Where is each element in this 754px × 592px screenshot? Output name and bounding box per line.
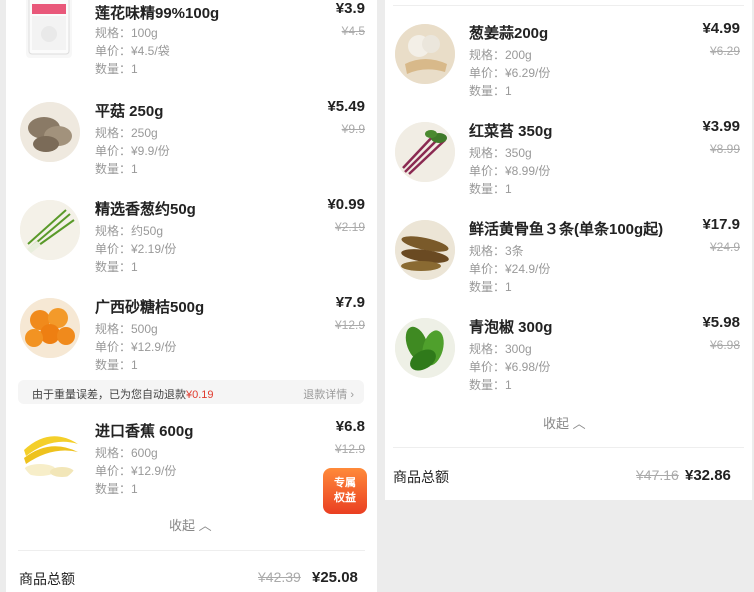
item-original-price: ¥2.19: [334, 220, 365, 234]
item-quantity: 数量：1: [469, 280, 512, 294]
banana-image: [20, 422, 80, 482]
item-unit-price: 单价：¥12.9/份: [95, 340, 177, 354]
item-quantity: 数量：1: [95, 358, 138, 372]
item-unit-price: 单价：¥4.5/袋: [95, 44, 170, 58]
total-label: 商品总额: [19, 571, 75, 587]
order-panel-right: 葱姜蒜200g 规格：200g 单价：¥6.29/份 数量：1 ¥4.99 ¥6…: [385, 0, 752, 500]
divider: [18, 550, 365, 551]
mandarin-image: [20, 298, 80, 358]
item-original-price: ¥6.98: [709, 338, 740, 352]
item-price: ¥3.99: [702, 118, 740, 135]
item-price: ¥5.49: [327, 98, 365, 115]
item-price: ¥5.98: [702, 314, 740, 331]
order-item[interactable]: 青泡椒 300g 规格：300g 单价：¥6.98/份 数量：1 ¥5.98 ¥…: [385, 312, 752, 408]
exclusive-benefits-badge[interactable]: 专属 权益: [323, 468, 367, 514]
item-title: 葱姜蒜200g: [469, 25, 549, 42]
item-quantity: 数量：1: [95, 62, 138, 76]
red-greens-image: [395, 122, 455, 182]
item-unit-price: 单价：¥2.19/份: [95, 242, 177, 256]
scallion-image: [20, 200, 80, 260]
badge-line: 专属: [334, 477, 356, 489]
item-price: ¥3.9: [335, 0, 365, 17]
divider: [393, 5, 744, 6]
item-spec: 规格：3条: [469, 244, 524, 258]
catfish-image: [395, 220, 455, 280]
item-title: 青泡椒 300g: [469, 319, 553, 336]
item-original-price: ¥8.99: [709, 142, 740, 156]
item-unit-price: 单价：¥12.9/份: [95, 464, 177, 478]
item-original-price: ¥6.29: [709, 44, 740, 58]
order-item[interactable]: 进口香蕉 600g 规格：600g 单价：¥12.9/份 数量：1 ¥6.8 ¥…: [6, 416, 377, 512]
total-price: ¥32.86: [685, 467, 731, 484]
green-pepper-image: [395, 318, 455, 378]
item-title: 广西砂糖桔500g: [95, 299, 205, 316]
item-quantity: 数量：1: [469, 84, 512, 98]
item-original-price: ¥9.9: [341, 122, 365, 136]
item-spec: 规格：300g: [469, 342, 532, 356]
item-title: 平菇 250g: [95, 103, 164, 120]
msg-bag-image: [26, 0, 72, 58]
item-original-price: ¥12.9: [334, 442, 365, 456]
garlic-ginger-image: [395, 24, 455, 84]
total-label: 商品总额: [393, 469, 449, 485]
total-original-price: ¥42.39: [258, 569, 301, 585]
oyster-mushroom-image: [20, 102, 80, 162]
item-spec: 规格：约50g: [95, 224, 164, 238]
item-unit-price: 单价：¥9.9/份: [95, 144, 170, 158]
item-spec: 规格：500g: [95, 322, 158, 336]
order-item[interactable]: 莲花味精99%100g 规格：100g 单价：¥4.5/袋 数量：1 ¥3.9 …: [6, 0, 377, 96]
item-spec: 规格：350g: [469, 146, 532, 160]
item-title: 红菜苔 350g: [469, 123, 553, 140]
item-spec: 规格：200g: [469, 48, 532, 62]
item-unit-price: 单价：¥6.98/份: [469, 360, 551, 374]
order-item[interactable]: 红菜苔 350g 规格：350g 单价：¥8.99/份 数量：1 ¥3.99 ¥…: [385, 116, 752, 212]
item-original-price: ¥4.5: [341, 24, 365, 38]
refund-detail-link[interactable]: 退款详情 ›: [303, 386, 354, 402]
item-quantity: 数量：1: [95, 260, 138, 274]
item-price: ¥0.99: [327, 196, 365, 213]
order-item[interactable]: 广西砂糖桔500g 规格：500g 单价：¥12.9/份 数量：1 ¥7.9 ¥…: [6, 292, 377, 388]
item-quantity: 数量：1: [469, 378, 512, 392]
item-price: ¥7.9: [335, 294, 365, 311]
order-item[interactable]: 葱姜蒜200g 规格：200g 单价：¥6.29/份 数量：1 ¥4.99 ¥6…: [385, 18, 752, 114]
item-spec: 规格：600g: [95, 446, 158, 460]
refund-amount: ¥0.19: [186, 389, 214, 401]
item-spec: 规格：100g: [95, 26, 158, 40]
item-price: ¥4.99: [702, 20, 740, 37]
item-title: 莲花味精99%100g: [95, 5, 220, 22]
total-original-price: ¥47.16: [636, 467, 679, 483]
badge-line: 权益: [334, 492, 356, 504]
item-original-price: ¥24.9: [709, 240, 740, 254]
item-unit-price: 单价：¥8.99/份: [469, 164, 551, 178]
order-panel-left: 莲花味精99%100g 规格：100g 单价：¥4.5/袋 数量：1 ¥3.9 …: [6, 0, 377, 592]
refund-notice: 由于重量误差，已为您自动退款¥0.19 退款详情 ›: [18, 380, 364, 404]
collapse-button[interactable]: 收起 ︿: [543, 413, 586, 432]
item-title: 精选香葱约50g: [95, 201, 196, 218]
item-price: ¥6.8: [335, 418, 365, 435]
item-quantity: 数量：1: [469, 182, 512, 196]
item-spec: 规格：250g: [95, 126, 158, 140]
item-title: 鲜活黄骨鱼３条(单条100g起): [469, 221, 664, 238]
item-title: 进口香蕉 600g: [95, 423, 194, 440]
divider: [393, 447, 744, 448]
order-item[interactable]: 平菇 250g 规格：250g 单价：¥9.9/份 数量：1 ¥5.49 ¥9.…: [6, 96, 377, 192]
refund-notice-text: 由于重量误差，已为您自动退款: [32, 389, 186, 401]
item-price: ¥17.9: [702, 216, 740, 233]
total-price: ¥25.08: [312, 569, 358, 586]
item-quantity: 数量：1: [95, 162, 138, 176]
item-quantity: 数量：1: [95, 482, 138, 496]
order-item[interactable]: 精选香葱约50g 规格：约50g 单价：¥2.19/份 数量：1 ¥0.99 ¥…: [6, 194, 377, 290]
collapse-button[interactable]: 收起 ︿: [169, 515, 212, 534]
item-unit-price: 单价：¥6.29/份: [469, 66, 551, 80]
order-item[interactable]: 鲜活黄骨鱼３条(单条100g起) 规格：3条 单价：¥24.9/份 数量：1 ¥…: [385, 214, 752, 310]
item-original-price: ¥12.9: [334, 318, 365, 332]
item-unit-price: 单价：¥24.9/份: [469, 262, 551, 276]
